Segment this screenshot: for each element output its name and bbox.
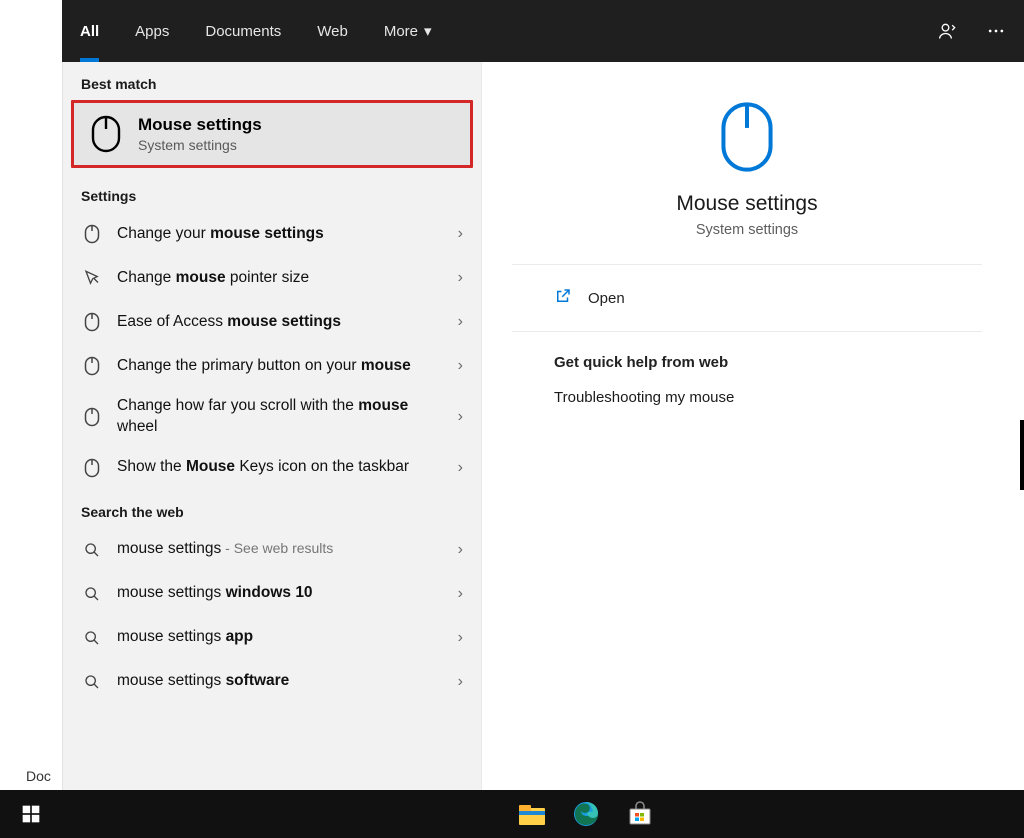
tab-more[interactable]: More▾ <box>366 0 450 62</box>
best-match-subtitle: System settings <box>138 137 262 153</box>
settings-item-label: Show the Mouse Keys icon on the taskbar <box>117 457 452 478</box>
more-options-icon[interactable] <box>986 21 1006 41</box>
chevron-right-icon: › <box>452 269 463 287</box>
best-match-result[interactable]: Mouse settings System settings <box>71 100 473 168</box>
chevron-right-icon: › <box>452 673 463 691</box>
chevron-right-icon: › <box>452 459 463 477</box>
mouse-icon <box>81 406 103 428</box>
web-result-label: mouse settings windows 10 <box>117 583 452 604</box>
cursor-icon <box>81 269 103 287</box>
settings-item[interactable]: Ease of Access mouse settings › <box>63 300 481 344</box>
settings-item[interactable]: Change how far you scroll with the mouse… <box>63 388 481 446</box>
chevron-right-icon: › <box>452 629 463 647</box>
best-match-title: Mouse settings <box>138 115 262 135</box>
open-label: Open <box>588 290 625 307</box>
section-search-web: Search the web <box>63 490 481 528</box>
tab-web[interactable]: Web <box>299 0 366 62</box>
web-result-label: mouse settings app <box>117 627 452 648</box>
detail-pane: Mouse settings System settings Open Get … <box>481 62 1012 790</box>
search-icon <box>81 630 103 646</box>
background-text-fragment: Doc <box>26 768 51 784</box>
tab-documents[interactable]: Documents <box>187 0 299 62</box>
results-list: Best match Mouse settings System setting… <box>63 62 481 790</box>
mouse-icon <box>81 311 103 333</box>
detail-title: Mouse settings <box>512 192 982 216</box>
quick-help-heading: Get quick help from web <box>554 354 940 371</box>
chevron-right-icon: › <box>452 225 463 243</box>
chevron-right-icon: › <box>452 408 463 426</box>
chevron-right-icon: › <box>452 541 463 559</box>
chevron-right-icon: › <box>452 585 463 603</box>
web-result-label: mouse settings - See web results <box>117 539 452 560</box>
mouse-icon <box>81 457 103 479</box>
chevron-right-icon: › <box>452 357 463 375</box>
start-button[interactable] <box>0 790 62 838</box>
open-external-icon <box>554 287 572 309</box>
web-result-item[interactable]: mouse settings app › <box>63 616 481 660</box>
microsoft-store-icon[interactable] <box>618 792 662 836</box>
web-result-item[interactable]: mouse settings - See web results › <box>63 528 481 572</box>
settings-item-label: Change the primary button on your mouse <box>117 356 452 377</box>
feedback-icon[interactable] <box>938 21 958 41</box>
mouse-icon <box>718 98 776 176</box>
settings-item-label: Change how far you scroll with the mouse… <box>117 396 452 438</box>
tab-all[interactable]: All <box>62 0 117 62</box>
web-result-item[interactable]: mouse settings windows 10 › <box>63 572 481 616</box>
mouse-icon <box>81 355 103 377</box>
search-icon <box>81 542 103 558</box>
settings-item[interactable]: Change the primary button on your mouse … <box>63 344 481 388</box>
section-best-match: Best match <box>63 62 481 100</box>
settings-item[interactable]: Change mouse pointer size › <box>63 256 481 300</box>
web-result-item[interactable]: mouse settings software › <box>63 660 481 704</box>
scroll-indicator <box>1020 420 1024 490</box>
settings-item-label: Change mouse pointer size <box>117 268 452 289</box>
taskbar <box>0 790 1024 838</box>
tab-apps[interactable]: Apps <box>117 0 187 62</box>
settings-item-label: Ease of Access mouse settings <box>117 312 452 333</box>
section-settings: Settings <box>63 174 481 212</box>
chevron-down-icon: ▾ <box>424 22 432 40</box>
settings-item[interactable]: Change your mouse settings › <box>63 212 481 256</box>
web-result-label: mouse settings software <box>117 671 452 692</box>
mouse-icon <box>81 223 103 245</box>
mouse-icon <box>88 116 124 152</box>
search-icon <box>81 674 103 690</box>
window-left-gutter <box>0 0 62 790</box>
chevron-right-icon: › <box>452 313 463 331</box>
search-filter-tabs: All Apps Documents Web More▾ <box>62 0 1024 62</box>
search-icon <box>81 586 103 602</box>
settings-item-label: Change your mouse settings <box>117 224 452 245</box>
settings-item[interactable]: Show the Mouse Keys icon on the taskbar … <box>63 446 481 490</box>
file-explorer-icon[interactable] <box>510 792 554 836</box>
detail-subtitle: System settings <box>512 222 982 238</box>
edge-browser-icon[interactable] <box>564 792 608 836</box>
open-action[interactable]: Open <box>512 265 982 332</box>
help-link[interactable]: Troubleshooting my mouse <box>554 385 940 410</box>
